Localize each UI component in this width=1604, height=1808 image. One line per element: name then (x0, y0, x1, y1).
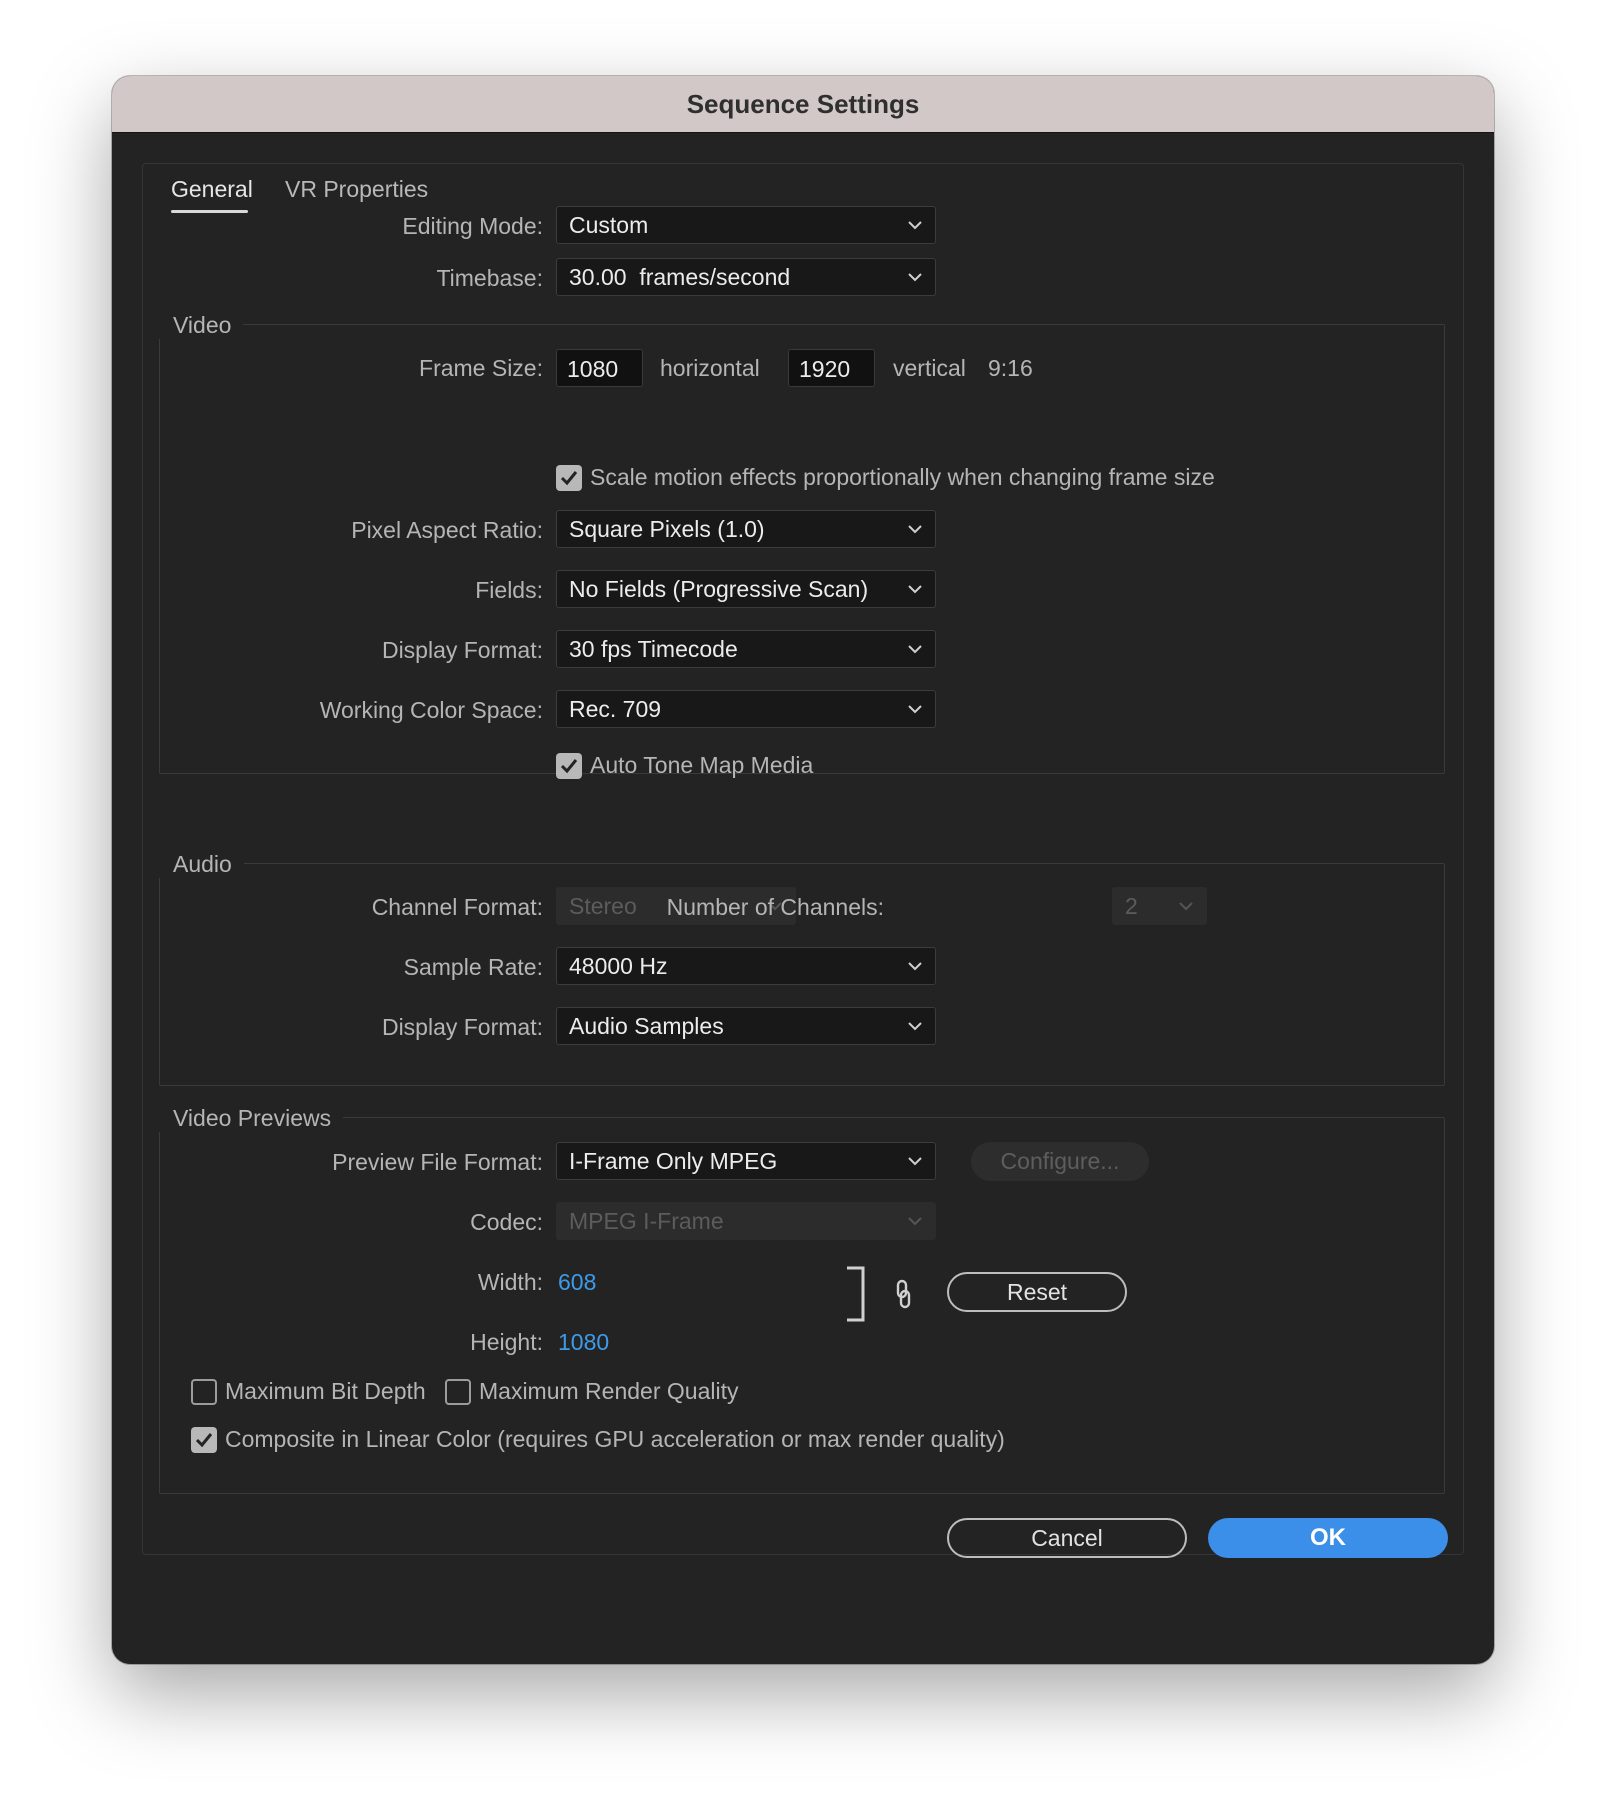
video-display-format-dropdown[interactable]: 30 fps Timecode (556, 630, 936, 668)
video-display-format-value: 30 fps Timecode (569, 636, 738, 662)
codec-label: Codec: (470, 1209, 543, 1235)
sequence-settings-dialog: Sequence Settings General VR Properties … (112, 76, 1494, 1664)
timebase-label: Timebase: (436, 265, 543, 291)
frame-size-label: Frame Size: (419, 355, 543, 381)
preview-height-value[interactable]: 1080 (558, 1329, 609, 1356)
dialog-title: Sequence Settings (686, 88, 920, 119)
composite-linear-label: Composite in Linear Color (requires GPU … (225, 1426, 1005, 1452)
checkmark-icon (195, 1433, 213, 1448)
codec-value: MPEG I-Frame (569, 1208, 724, 1234)
chevron-down-icon (905, 639, 925, 659)
preview-width-label: Width: (477, 1269, 543, 1295)
chevron-down-icon (905, 1016, 925, 1036)
display-format-label: Display Format: (381, 637, 543, 663)
working-color-space-dropdown[interactable]: Rec. 709 (556, 690, 936, 728)
chevron-down-icon (905, 267, 925, 287)
title-bar[interactable]: Sequence Settings (112, 76, 1494, 133)
editing-mode-dropdown[interactable]: Custom (556, 206, 936, 244)
number-of-channels-dropdown[interactable]: 2 (1112, 887, 1207, 925)
ok-button[interactable]: OK (1208, 1518, 1448, 1558)
preview-file-format-dropdown[interactable]: I-Frame Only MPEG (556, 1142, 936, 1180)
chevron-down-icon (905, 1151, 925, 1171)
preview-width-value[interactable]: 608 (558, 1269, 596, 1296)
chevron-down-icon (905, 956, 925, 976)
scale-motion-label: Scale motion effects proportionally when… (590, 464, 1215, 490)
working-color-space-value: Rec. 709 (569, 696, 662, 722)
tab-vr-properties[interactable]: VR Properties (285, 176, 428, 203)
frame-width-input[interactable]: 1080 (556, 349, 643, 387)
codec-dropdown[interactable]: MPEG I-Frame (556, 1202, 936, 1240)
channel-format-value: Stereo (569, 893, 637, 919)
editing-mode-label: Editing Mode: (402, 213, 543, 239)
fields-value: No Fields (Progressive Scan) (569, 576, 869, 602)
max-render-quality-label: Maximum Render Quality (479, 1378, 739, 1404)
pixel-aspect-ratio-dropdown[interactable]: Square Pixels (1.0) (556, 510, 936, 548)
auto-tone-map-label: Auto Tone Map Media (590, 752, 814, 778)
max-bit-depth-label: Maximum Bit Depth (225, 1378, 426, 1404)
frame-height-input[interactable]: 1920 (788, 349, 875, 387)
preview-file-format-label: Preview File Format: (332, 1149, 543, 1175)
tab-general[interactable]: General (171, 176, 253, 203)
preview-file-format-value: I-Frame Only MPEG (569, 1148, 778, 1174)
sample-rate-dropdown[interactable]: 48000 Hz (556, 947, 936, 985)
working-color-space-label: Working Color Space: (319, 697, 543, 723)
chevron-down-icon (905, 699, 925, 719)
checkmark-icon (560, 759, 578, 774)
max-bit-depth-checkbox[interactable] (191, 1379, 217, 1405)
video-group-title: Video (159, 312, 244, 339)
reset-button[interactable]: Reset (947, 1272, 1127, 1312)
checkmark-icon (560, 471, 578, 486)
chevron-down-icon (905, 1211, 925, 1231)
link-icon[interactable] (893, 1279, 913, 1309)
fields-dropdown[interactable]: No Fields (Progressive Scan) (556, 570, 936, 608)
chevron-down-icon (1176, 896, 1196, 916)
editing-mode-value: Custom (569, 212, 649, 238)
number-of-channels-value: 2 (1125, 893, 1138, 919)
composite-linear-checkbox[interactable] (191, 1427, 217, 1453)
fields-label: Fields: (475, 577, 543, 603)
chevron-down-icon (905, 579, 925, 599)
preview-height-label: Height: (470, 1329, 543, 1355)
link-bracket (845, 1266, 867, 1322)
chevron-down-icon (905, 215, 925, 235)
sample-rate-value: 48000 Hz (569, 953, 668, 979)
tab-active-indicator (171, 210, 248, 213)
max-render-quality-checkbox[interactable] (445, 1379, 471, 1405)
pixel-aspect-ratio-label: Pixel Aspect Ratio: (351, 517, 543, 543)
sample-rate-label: Sample Rate: (403, 954, 543, 980)
timebase-dropdown[interactable]: 30.00 frames/second (556, 258, 936, 296)
chevron-down-icon (905, 519, 925, 539)
auto-tone-map-checkbox[interactable] (556, 753, 582, 779)
video-previews-group-title: Video Previews (159, 1105, 344, 1132)
configure-button[interactable]: Configure... (971, 1142, 1149, 1181)
channel-format-label: Channel Format: (371, 894, 543, 920)
pixel-aspect-ratio-value: Square Pixels (1.0) (569, 516, 765, 542)
audio-display-format-value: Audio Samples (569, 1013, 724, 1039)
aspect-ratio-readout: 9:16 (988, 355, 1033, 381)
horizontal-label: horizontal (660, 355, 760, 381)
timebase-value: 30.00 frames/second (569, 264, 791, 290)
vertical-label: vertical (893, 355, 966, 381)
audio-display-format-label: Display Format: (381, 1014, 543, 1040)
number-of-channels-label: Number of Channels: (666, 894, 884, 920)
audio-display-format-dropdown[interactable]: Audio Samples (556, 1007, 936, 1045)
scale-motion-checkbox[interactable] (556, 465, 582, 491)
audio-group-title: Audio (159, 851, 244, 878)
cancel-button[interactable]: Cancel (947, 1518, 1187, 1558)
